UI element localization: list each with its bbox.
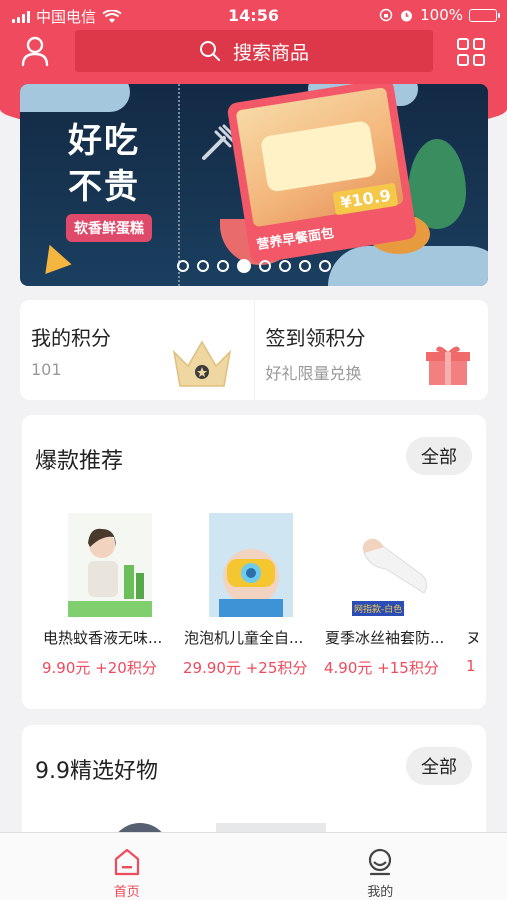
crown-icon [172, 340, 232, 387]
product-card[interactable]: 泡泡机儿童全自... 29.90元 +25积分 [181, 513, 322, 693]
section-title: 爆款推荐 [35, 449, 124, 474]
rotation-lock-icon [379, 8, 393, 22]
product-image [68, 513, 152, 617]
product-name: 电热蚊香液无味... [43, 629, 163, 647]
banner-cloud [20, 84, 130, 112]
home-icon [114, 848, 139, 876]
carousel-dots [20, 259, 488, 273]
bottom-tab-bar: 首页 我的 [0, 832, 507, 900]
product-name: ヌ [466, 629, 482, 647]
product-image [209, 513, 293, 617]
points-card: 我的积分 101 签到领积分 好礼限量兑换 [20, 300, 488, 400]
user-icon [21, 36, 49, 67]
user-button[interactable] [18, 34, 52, 68]
product-price: 4.90元 +15积分 [324, 659, 439, 677]
product-card[interactable]: 电热蚊香液无味... 9.90元 +20积分 [40, 513, 181, 693]
tab-mine-label: 我的 [367, 885, 394, 900]
status-right: 100% [379, 6, 500, 24]
category-grid-button[interactable] [457, 38, 485, 66]
product-price: 1 [466, 657, 476, 675]
tab-home-label: 首页 [113, 885, 140, 900]
product-list: 电热蚊香液无味... 9.90元 +20积分 泡泡机儿童全自... 29.90元… [40, 513, 486, 693]
carousel-dot[interactable] [259, 260, 271, 272]
carousel-dot[interactable] [177, 260, 189, 272]
product-name: 泡泡机儿童全自... [184, 629, 304, 647]
status-bar: 中国电信 14:56 100% [0, 0, 507, 30]
carousel-dot[interactable] [319, 260, 331, 272]
carousel-dot[interactable] [217, 260, 229, 272]
product-price: 29.90元 +25积分 [183, 659, 308, 677]
hot-recommend-section: 爆款推荐 全部 电热蚊香液无味... 9.90元 +20积分 泡泡机儿童全自..… [22, 415, 486, 709]
tab-home[interactable]: 首页 [0, 833, 254, 900]
section-title: 9.9精选好物 [35, 759, 158, 784]
grid-cell [473, 38, 485, 50]
search-placeholder: 搜索商品 [232, 41, 309, 64]
grid-cell [457, 38, 469, 50]
search-bar[interactable]: 搜索商品 [75, 30, 433, 72]
carousel-dot[interactable] [279, 260, 291, 272]
view-all-button[interactable]: 全部 [406, 437, 472, 475]
battery-icon [469, 8, 500, 22]
my-points-value: 101 [31, 360, 62, 379]
banner-headline-line2: 不贵 [68, 167, 140, 207]
carousel-dot[interactable] [237, 259, 251, 273]
carousel-dot[interactable] [197, 260, 209, 272]
my-points-label: 我的积分 [31, 326, 111, 350]
banner-tag: 软香鲜蛋糕 [66, 214, 152, 242]
my-points-panel[interactable]: 我的积分 101 [20, 300, 255, 400]
search-icon [199, 41, 220, 61]
product-card[interactable]: 网指款-白色 夏季冰丝袖套防... 4.90元 +15积分 [322, 513, 463, 693]
signin-label: 签到领积分 [265, 326, 366, 350]
banner-divider [178, 84, 180, 286]
product-image-tag: 网指款-白色 [352, 601, 405, 616]
product-card[interactable]: ヌ 1 [463, 513, 486, 693]
signin-subtitle: 好礼限量兑换 [265, 364, 362, 383]
alarm-icon [401, 10, 413, 21]
carousel-dot[interactable] [299, 260, 311, 272]
grid-cell [473, 54, 485, 66]
promo-banner[interactable]: 好吃 不贵 软香鲜蛋糕 ¥10.9 营养早餐面包 [20, 84, 488, 286]
banner-headline: 好吃 不贵 [68, 118, 140, 210]
view-all-button[interactable]: 全部 [406, 747, 472, 785]
bread-card-label: 营养早餐面包 [255, 225, 336, 254]
leaf-illustration [408, 139, 466, 229]
banner-headline-line1: 好吃 [68, 121, 140, 161]
profile-icon [369, 848, 392, 876]
product-name: 夏季冰丝袖套防... [325, 629, 445, 647]
grid-cell [457, 54, 469, 66]
product-image: 网指款-白色 [350, 513, 434, 617]
signin-panel[interactable]: 签到领积分 好礼限量兑换 [255, 300, 489, 400]
gift-icon [426, 346, 470, 385]
tab-mine[interactable]: 我的 [254, 833, 507, 900]
product-price: 9.90元 +20积分 [42, 659, 157, 677]
battery-percent: 100% [420, 6, 463, 24]
bread-card: ¥10.9 营养早餐面包 [226, 84, 418, 265]
